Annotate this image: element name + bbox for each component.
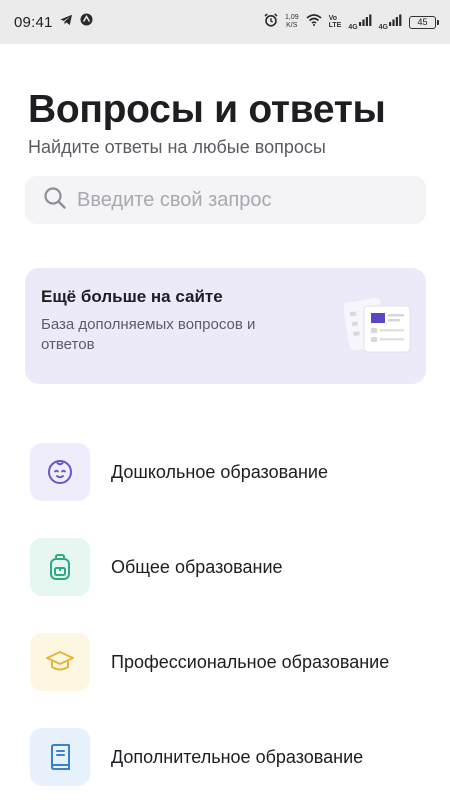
network-type-1: 4G bbox=[348, 24, 358, 31]
battery-level: 45 bbox=[417, 17, 428, 27]
book-icon bbox=[30, 728, 90, 786]
page-subtitle: Найдите ответы на любые вопросы bbox=[28, 137, 326, 157]
battery-icon: 45 bbox=[409, 15, 439, 29]
category-general[interactable]: Общее образование bbox=[30, 538, 430, 596]
network-speed: 1,09 K/S bbox=[284, 14, 299, 29]
baby-face-icon bbox=[30, 443, 90, 501]
backpack-icon bbox=[30, 538, 90, 596]
status-bar: 09:41 1,09 K/S Vo LTE 4G 4G 45 bbox=[0, 0, 450, 44]
promo-text: База дополняемых вопросов и ответов bbox=[41, 316, 256, 353]
alarm-icon bbox=[264, 12, 278, 32]
category-additional[interactable]: Дополнительное образование bbox=[30, 728, 430, 786]
page-title: Вопросы и ответы bbox=[28, 88, 386, 131]
search-input[interactable] bbox=[77, 188, 407, 212]
category-label: Общее образование bbox=[111, 556, 283, 577]
documents-illustration-icon bbox=[342, 294, 414, 361]
category-preschool[interactable]: Дошкольное образование bbox=[30, 443, 430, 501]
network-type-2: 4G bbox=[378, 24, 388, 31]
graduation-cap-icon bbox=[30, 633, 90, 691]
category-label: Дошкольное образование bbox=[111, 461, 328, 482]
category-professional[interactable]: Профессиональное образование bbox=[30, 633, 430, 691]
promo-card[interactable]: Ещё больше на сайте База дополняемых воп… bbox=[25, 268, 426, 384]
search-icon bbox=[43, 186, 67, 215]
volte-indicator: Vo LTE bbox=[328, 15, 342, 29]
signal-icon bbox=[358, 13, 372, 31]
search-bar[interactable] bbox=[25, 176, 426, 224]
signal-icon bbox=[389, 13, 402, 31]
wifi-icon bbox=[306, 13, 322, 31]
vpn-icon bbox=[80, 13, 93, 31]
status-time: 09:41 bbox=[14, 13, 53, 31]
promo-title: Ещё больше на сайте bbox=[41, 287, 223, 306]
category-label: Дополнительное образование bbox=[111, 746, 364, 767]
category-label: Профессиональное образование bbox=[111, 651, 390, 672]
telegram-icon bbox=[60, 13, 73, 31]
